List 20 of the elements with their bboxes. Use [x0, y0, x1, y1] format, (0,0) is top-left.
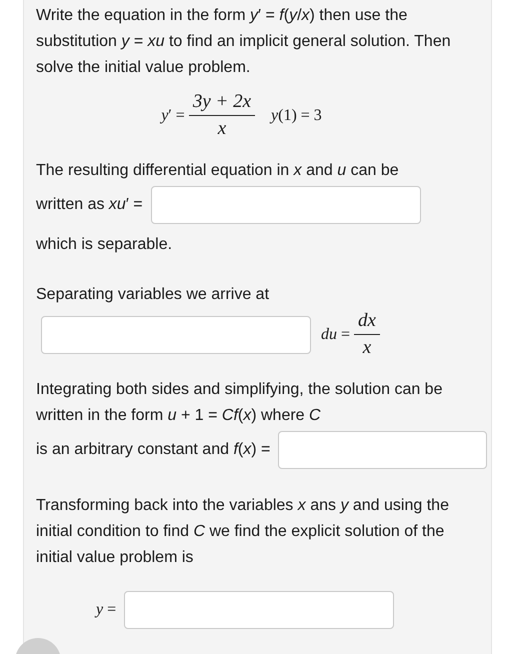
equation-text: y(1) = 3	[271, 106, 322, 126]
question-text: The resulting differential equation in x and u can be	[36, 162, 399, 179]
question-text: which is separable.	[36, 236, 172, 253]
question-text: written as xu′ =	[36, 195, 143, 215]
answer-field[interactable]	[124, 591, 394, 629]
question-text: Transforming back into the variables x ans y and using the initial condition to find C we find the explicit solution of the initial value problem is	[36, 497, 449, 566]
answer-field[interactable]	[278, 431, 488, 469]
question-text: Write the equation in the form y′ = f(y/x) then use the substitution y = xu to find an implicit general solution. Then solve the initial value problem.	[36, 7, 451, 76]
denominator: x	[216, 117, 228, 141]
question-text: Separating variables we arrive at	[36, 286, 270, 303]
equation-text: y =	[96, 600, 116, 620]
answer-field[interactable]	[41, 316, 311, 354]
answer-field[interactable]	[150, 186, 421, 224]
equation-text: y′ =	[161, 106, 185, 126]
question-text: Integrating both sides and simplifying, the solution can be written in the form u + 1 = Cf(x) where C	[36, 381, 442, 424]
numerator: 3y + 2x	[192, 90, 252, 114]
equation-text: du =	[321, 324, 350, 344]
denominator: x	[362, 336, 372, 360]
numerator: dx	[357, 309, 377, 333]
question-text: is an arbitrary constant and f(x) =	[36, 440, 270, 460]
